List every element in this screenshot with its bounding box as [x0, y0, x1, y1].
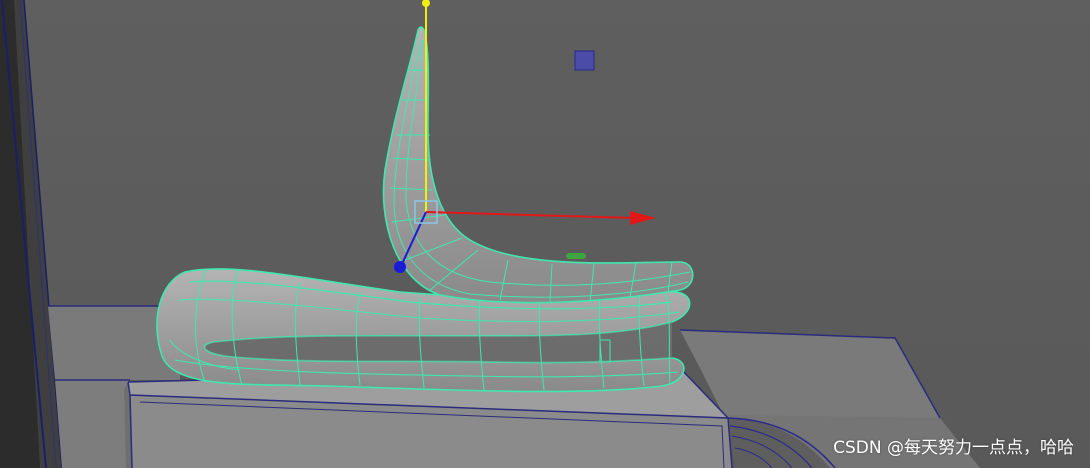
- scene-canvas[interactable]: [0, 0, 1090, 468]
- csdn-watermark: CSDN @每天努力一点点，哈哈: [833, 438, 1074, 458]
- z-axis-tip[interactable]: [394, 261, 406, 273]
- maya-viewport[interactable]: CSDN @每天努力一点点，哈哈: [0, 0, 1090, 468]
- plane-handle[interactable]: [574, 50, 595, 71]
